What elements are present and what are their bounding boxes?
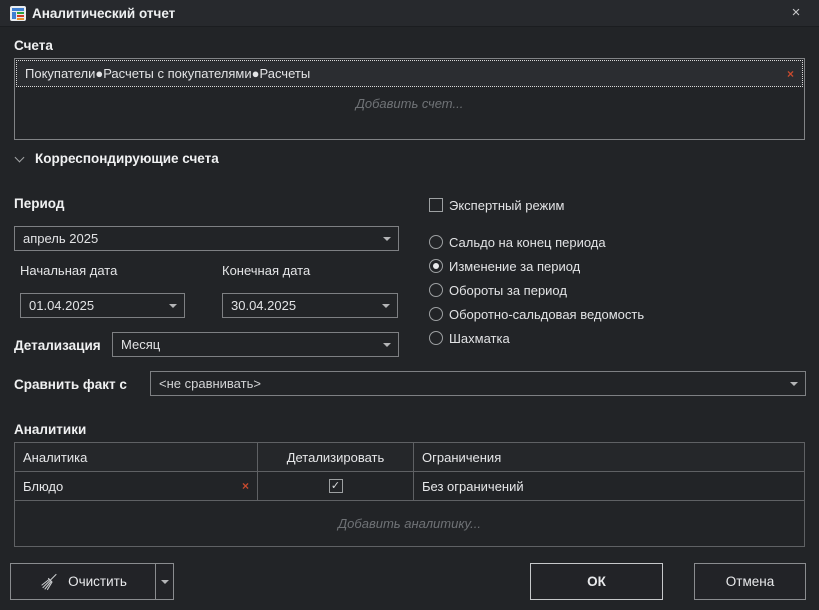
- dropdown-arrow-icon: [383, 237, 391, 241]
- clear-split-button[interactable]: Очистить: [10, 563, 174, 600]
- compare-label: Сравнить факт с: [14, 377, 127, 392]
- expert-mode-label[interactable]: Экспертный режим: [449, 198, 564, 213]
- detalization-select[interactable]: Месяц: [112, 332, 399, 357]
- radio-chess[interactable]: [429, 331, 443, 345]
- end-date-value: 30.04.2025: [231, 298, 296, 313]
- dropdown-arrow-icon: [169, 304, 177, 308]
- radio-turnover-balance-sheet-label[interactable]: Оборотно-сальдовая ведомость: [449, 307, 644, 322]
- detail-checkbox[interactable]: [329, 479, 343, 493]
- broom-icon: [39, 572, 59, 592]
- clear-dropdown-toggle[interactable]: [155, 564, 173, 599]
- analytic-name: Блюдо: [23, 479, 63, 494]
- restrictions-cell[interactable]: Без ограничений: [414, 472, 804, 500]
- account-row-text: Покупатели●Расчеты с покупателями●Расчет…: [25, 66, 310, 81]
- dropdown-arrow-icon: [161, 580, 169, 584]
- radio-change-period-label[interactable]: Изменение за период: [449, 259, 580, 274]
- start-date-select[interactable]: 01.04.2025: [20, 293, 185, 318]
- radio-turnover-period-label[interactable]: Обороты за период: [449, 283, 567, 298]
- radio-turnover-period[interactable]: [429, 283, 443, 297]
- start-date-label: Начальная дата: [20, 263, 117, 278]
- column-header-restrictions: Ограничения: [414, 443, 804, 471]
- add-analytic-placeholder[interactable]: Добавить аналитику...: [15, 501, 804, 546]
- start-date-value: 01.04.2025: [29, 298, 94, 313]
- detail-cell: [258, 472, 414, 500]
- analytics-table-header: Аналитика Детализировать Ограничения: [15, 443, 804, 472]
- clear-button[interactable]: Очистить: [11, 564, 155, 599]
- account-row[interactable]: Покупатели●Расчеты с покупателями●Расчет…: [16, 60, 803, 87]
- period-preset-value: апрель 2025: [23, 231, 98, 246]
- radio-balance-end[interactable]: [429, 235, 443, 249]
- corresponding-accounts-label: Корреспондирующие счета: [35, 151, 219, 166]
- remove-analytic-icon[interactable]: ×: [242, 479, 249, 493]
- ok-button[interactable]: ОК: [530, 563, 663, 600]
- analytics-table: Аналитика Детализировать Ограничения Блю…: [14, 442, 805, 547]
- radio-chess-label[interactable]: Шахматка: [449, 331, 510, 346]
- accounts-listbox: Покупатели●Расчеты с покупателями●Расчет…: [14, 58, 805, 140]
- remove-account-icon[interactable]: ×: [787, 67, 794, 81]
- title-bar[interactable]: Аналитический отчет ×: [0, 0, 819, 27]
- dropdown-arrow-icon: [790, 382, 798, 386]
- dropdown-arrow-icon: [383, 343, 391, 347]
- chevron-down-icon: [15, 152, 25, 162]
- compare-select[interactable]: <не сравнивать>: [150, 371, 806, 396]
- radio-turnover-balance-sheet[interactable]: [429, 307, 443, 321]
- compare-value: <не сравнивать>: [159, 376, 261, 391]
- analytical-report-dialog: Аналитический отчет × Счета Покупатели●Р…: [0, 0, 819, 610]
- report-table-icon: [10, 6, 26, 21]
- expert-mode-checkbox[interactable]: [429, 198, 443, 212]
- accounts-label: Счета: [14, 38, 53, 53]
- detalization-label: Детализация: [14, 338, 101, 353]
- column-header-detail: Детализировать: [258, 443, 414, 471]
- end-date-label: Конечная дата: [222, 263, 310, 278]
- dialog-title: Аналитический отчет: [32, 0, 175, 27]
- table-row: Блюдо × Без ограничений: [15, 472, 804, 501]
- clear-button-label: Очистить: [68, 574, 127, 589]
- detalization-value: Месяц: [121, 337, 160, 352]
- column-header-analytic: Аналитика: [15, 443, 258, 471]
- period-label: Период: [14, 196, 64, 211]
- close-icon[interactable]: ×: [785, 0, 807, 27]
- add-account-placeholder[interactable]: Добавить счет...: [15, 96, 804, 111]
- radio-balance-end-label[interactable]: Сальдо на конец периода: [449, 235, 606, 250]
- cancel-button[interactable]: Отмена: [694, 563, 806, 600]
- period-preset-select[interactable]: апрель 2025: [14, 226, 399, 251]
- radio-change-period[interactable]: [429, 259, 443, 273]
- corresponding-accounts-header[interactable]: Корреспондирующие счета: [16, 151, 219, 166]
- end-date-select[interactable]: 30.04.2025: [222, 293, 398, 318]
- analytics-label: Аналитики: [14, 422, 86, 437]
- analytic-name-cell[interactable]: Блюдо ×: [15, 472, 258, 500]
- dropdown-arrow-icon: [382, 304, 390, 308]
